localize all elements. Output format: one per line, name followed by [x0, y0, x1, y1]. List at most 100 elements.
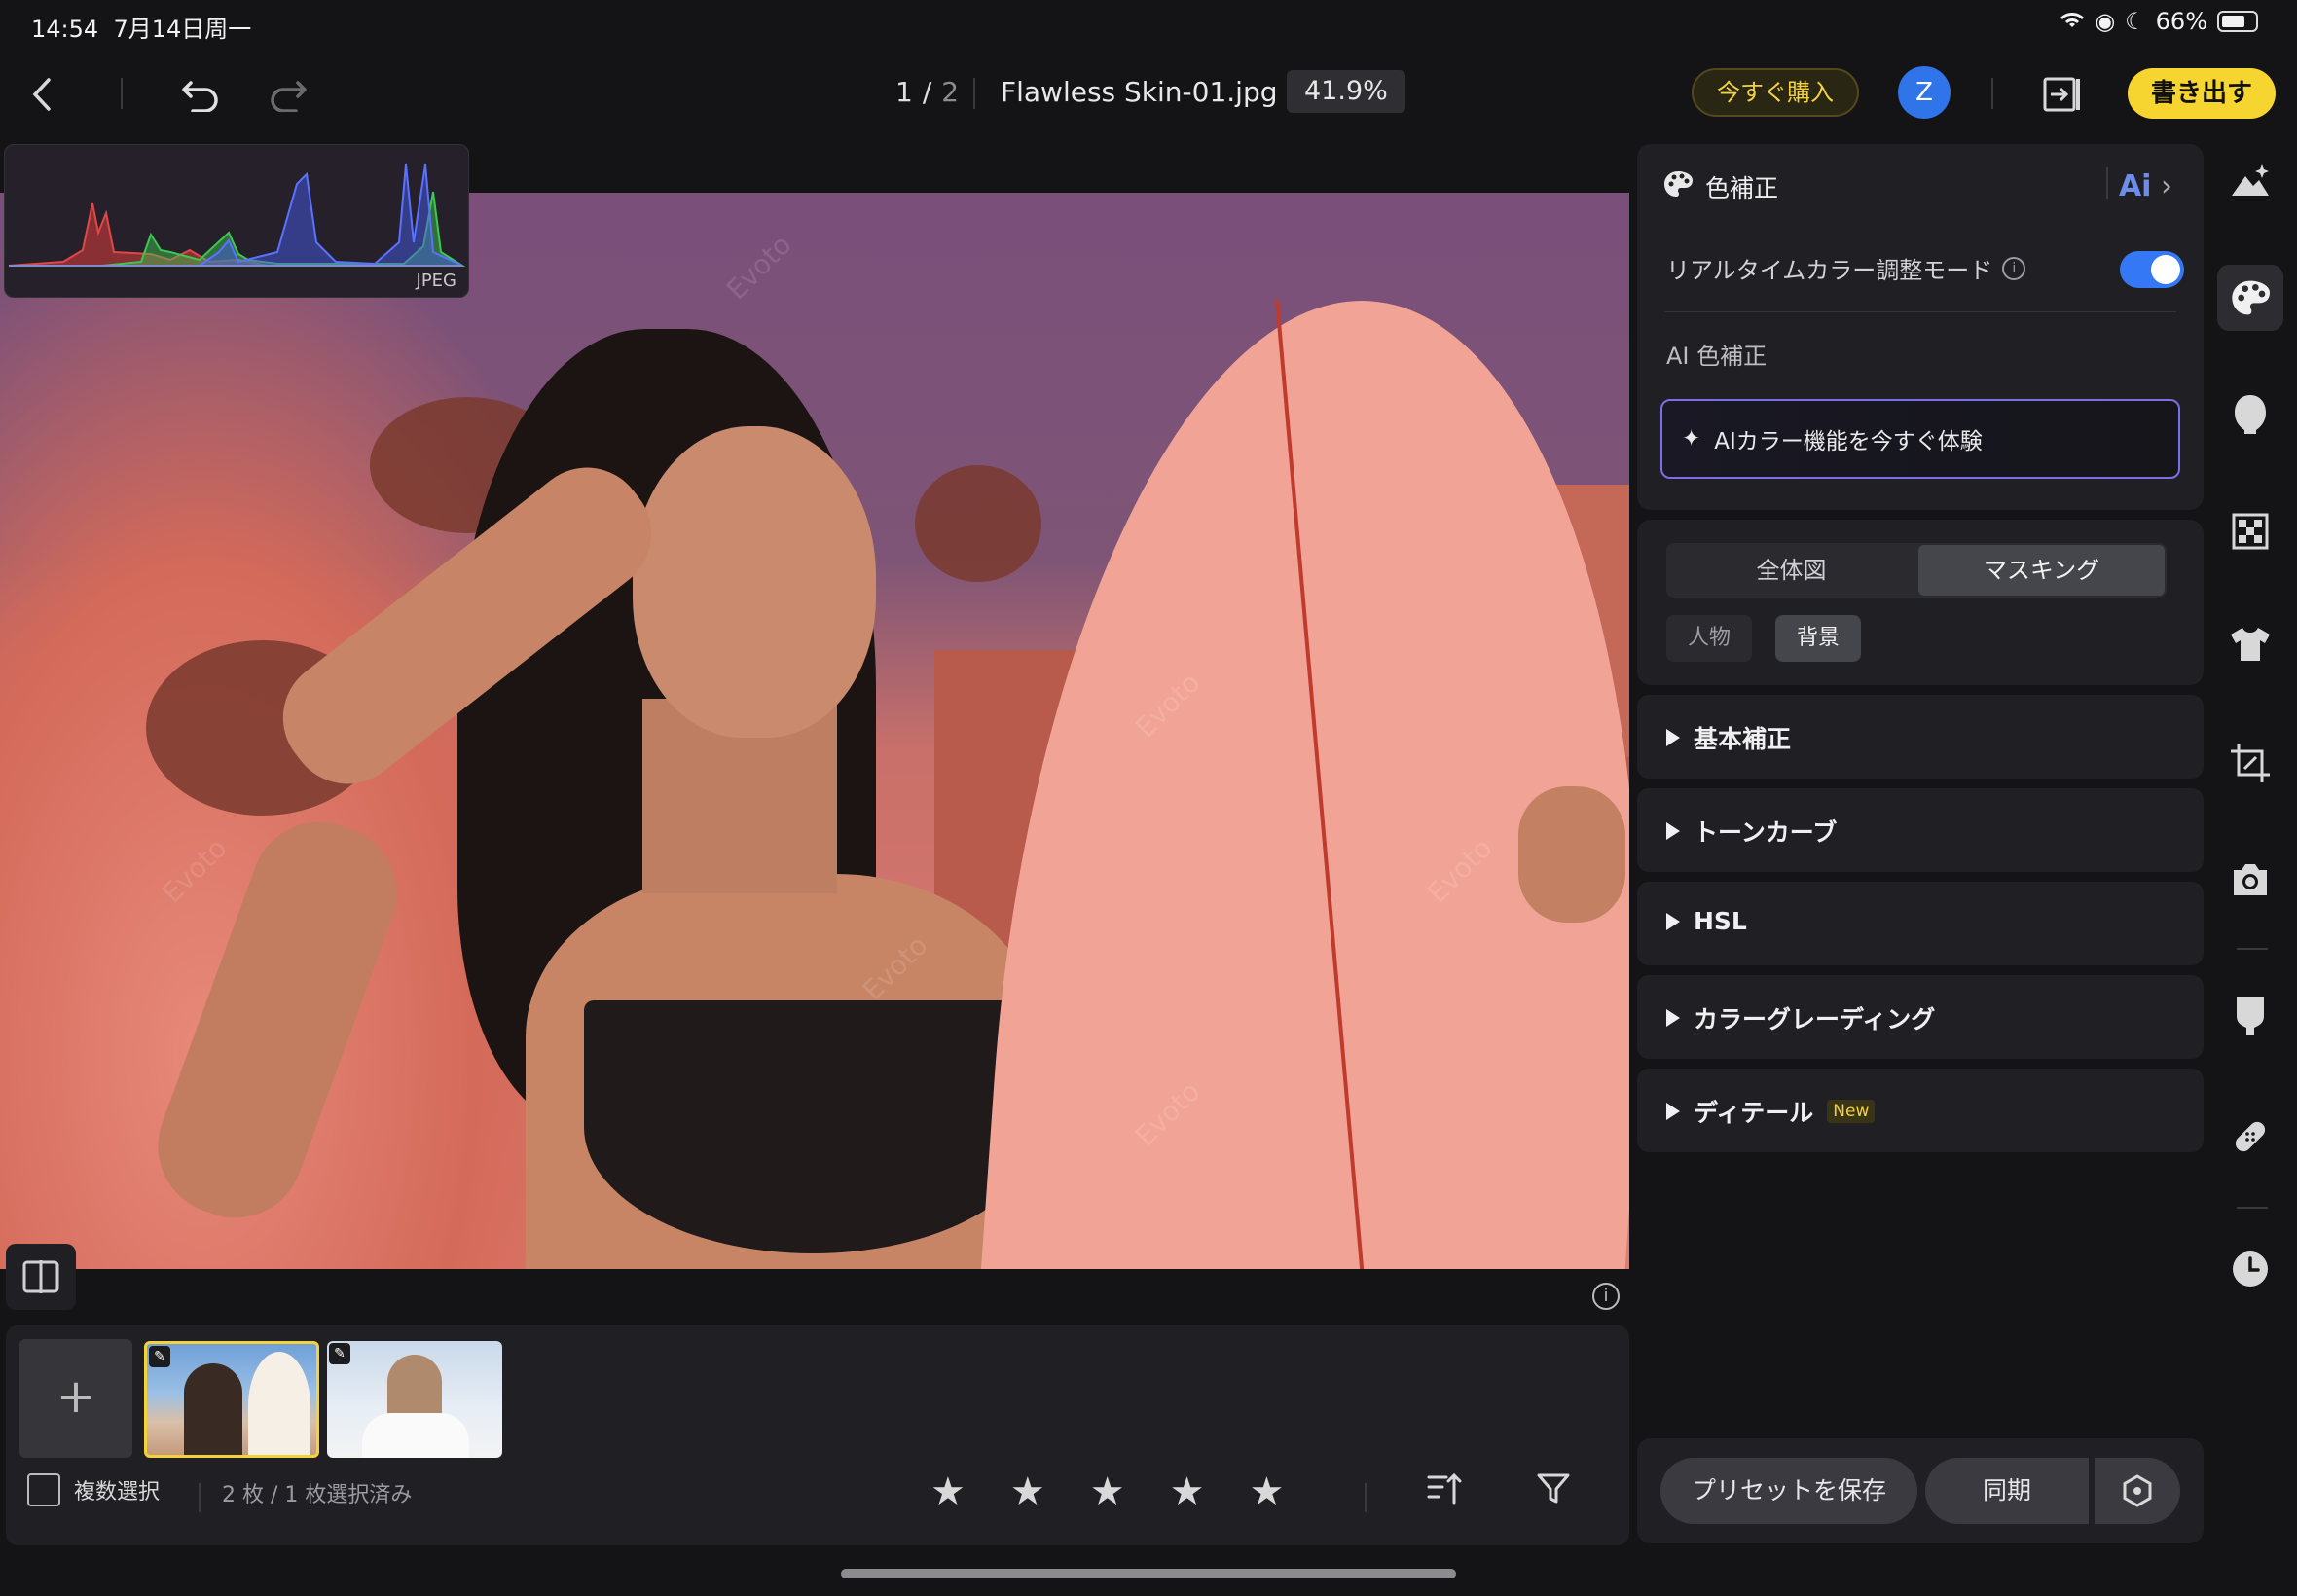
ai-color-try-label: AIカラー機能を今すぐ体験: [1714, 429, 1983, 454]
section-label: ディテール: [1694, 1099, 1814, 1127]
star-icon[interactable]: ★: [1249, 1469, 1284, 1514]
preset-bar: プリセットを保存 同期: [1637, 1438, 2204, 1543]
divider: [2237, 948, 2268, 950]
sync-button[interactable]: 同期: [1925, 1458, 2089, 1524]
thumbnail-shirt: [362, 1413, 469, 1458]
selection-count: 2 枚 / 1 枚選択済み: [222, 1483, 413, 1507]
star-icon[interactable]: ★: [1010, 1469, 1045, 1514]
section-label: 基本補正: [1694, 725, 1792, 753]
divider: [1991, 78, 1993, 109]
watermark: Evoto: [719, 228, 798, 307]
palette-icon: [1662, 169, 1694, 204]
thumbnail-1[interactable]: ✎: [144, 1341, 319, 1458]
buy-now-button[interactable]: 今すぐ購入: [1692, 68, 1859, 117]
camera-icon[interactable]: [2217, 847, 2283, 913]
bandage-icon[interactable]: [2217, 1104, 2283, 1170]
photo-canvas[interactable]: Evoto Evoto Evoto Evoto Evoto Evoto: [0, 193, 1629, 1269]
status-right: ◉ ☾ 66%: [2060, 8, 2258, 35]
divider: [1664, 311, 2176, 312]
wifi-icon: [2060, 8, 2085, 35]
panel-toggle-icon[interactable]: [2040, 72, 2085, 117]
multi-select-label: 複数選択: [74, 1480, 161, 1505]
section-hsl[interactable]: HSL: [1637, 882, 2204, 965]
photo-surfboard: [975, 278, 1629, 1269]
histogram: JPEG: [4, 144, 469, 298]
photo-face: [633, 426, 876, 738]
photo-hand: [1518, 786, 1625, 923]
tab-masking[interactable]: マスキング: [1918, 545, 2165, 596]
back-icon[interactable]: [19, 72, 64, 117]
crop-icon[interactable]: [2217, 730, 2283, 796]
realtime-mode-label: リアルタイムカラー調整モード: [1666, 257, 1993, 284]
info-icon[interactable]: i: [1592, 1283, 1620, 1310]
sync-settings-button[interactable]: [2095, 1458, 2180, 1524]
multi-select-checkbox-icon[interactable]: [27, 1473, 60, 1506]
scope-segmented-control: 全体図 マスキング: [1666, 543, 2167, 598]
expand-triangle-icon: [1666, 1009, 1680, 1027]
export-button[interactable]: 書き出す: [2128, 68, 2276, 119]
mask-chip-background[interactable]: 背景: [1775, 615, 1862, 662]
divider: [973, 78, 975, 109]
redo-icon[interactable]: [265, 72, 310, 117]
thumbnail-2[interactable]: ✎: [327, 1341, 502, 1458]
realtime-mode-row: リアルタイムカラー調整モード i: [1666, 251, 2026, 285]
history-clock-icon[interactable]: [2217, 1236, 2283, 1302]
scope-card: 全体図 マスキング 人物 背景: [1637, 520, 2204, 685]
expand-triangle-icon: [1666, 729, 1680, 746]
sparkle-icon: ✦: [1682, 426, 1701, 452]
photo-bikini-top: [584, 1000, 1041, 1253]
expand-triangle-icon: [1666, 912, 1680, 930]
filmstrip: + ✎ ✎ 複数選択 2 枚 / 1 枚選択済み ★ ★ ★ ★ ★: [6, 1325, 1629, 1545]
add-image-button[interactable]: +: [19, 1339, 132, 1458]
divider: [199, 1483, 201, 1512]
photo-palm: [915, 465, 1041, 582]
tab-whole-image[interactable]: 全体図: [1668, 545, 1914, 596]
battery-icon: [2217, 11, 2258, 32]
realtime-mode-toggle[interactable]: [2120, 251, 2184, 288]
ai-badge-button[interactable]: Ai: [2119, 169, 2172, 203]
mask-chip-person[interactable]: 人物: [1666, 615, 1753, 662]
multi-select[interactable]: 複数選択: [27, 1473, 160, 1506]
image-counter: 1 / 2: [895, 76, 960, 108]
ai-color-try-button[interactable]: ✦ AIカラー機能を今すぐ体験: [1660, 399, 2180, 479]
divider: [2237, 1207, 2268, 1209]
star-icon[interactable]: ★: [930, 1469, 966, 1514]
background-icon[interactable]: [2217, 498, 2283, 564]
thumbnail-figure: [184, 1363, 242, 1455]
expand-triangle-icon: [1666, 822, 1680, 840]
color-correction-title: 色補正: [1705, 174, 1779, 202]
new-badge: New: [1827, 1100, 1876, 1123]
divider: [2106, 167, 2108, 199]
histogram-format-label: JPEG: [416, 271, 456, 291]
home-indicator: [841, 1569, 1456, 1578]
compare-button[interactable]: [6, 1244, 76, 1310]
section-tone-curve[interactable]: トーンカーブ: [1637, 788, 2204, 872]
auto-adjust-icon[interactable]: [2217, 148, 2283, 214]
save-preset-button[interactable]: プリセットを保存: [1660, 1458, 1917, 1524]
edited-pencil-icon: ✎: [329, 1343, 350, 1364]
section-basic[interactable]: 基本補正: [1637, 695, 2204, 779]
rating-stars: ★ ★ ★ ★ ★: [930, 1469, 1284, 1514]
divider: [121, 78, 123, 109]
section-label: カラーグレーディング: [1694, 1005, 1936, 1034]
expand-triangle-icon: [1666, 1103, 1680, 1120]
clothing-icon[interactable]: [2217, 611, 2283, 677]
section-detail[interactable]: ディテール New: [1637, 1069, 2204, 1152]
avatar[interactable]: Z: [1898, 66, 1951, 119]
body-shape-icon[interactable]: [2217, 983, 2283, 1049]
sort-icon[interactable]: [1425, 1471, 1464, 1515]
star-icon[interactable]: ★: [1170, 1469, 1205, 1514]
zoom-level[interactable]: 41.9%: [1287, 70, 1405, 113]
filter-icon[interactable]: [1536, 1471, 1571, 1515]
undo-icon[interactable]: [179, 72, 224, 117]
battery-percent: 66%: [2155, 8, 2207, 35]
color-palette-icon[interactable]: [2217, 265, 2283, 331]
info-icon[interactable]: i: [2002, 256, 2026, 280]
top-toolbar: 1 / 2 Flawless Skin-01.jpg 41.9% 今すぐ購入 Z…: [0, 58, 2297, 128]
file-name: Flawless Skin-01.jpg: [1001, 76, 1278, 108]
status-bar: 14:54 7月14日周一 ◉ ☾ 66%: [0, 0, 2297, 47]
face-retouch-icon[interactable]: [2217, 381, 2283, 448]
star-icon[interactable]: ★: [1090, 1469, 1125, 1514]
thumbnail-surfboard: [248, 1352, 310, 1455]
section-color-grading[interactable]: カラーグレーディング: [1637, 975, 2204, 1059]
